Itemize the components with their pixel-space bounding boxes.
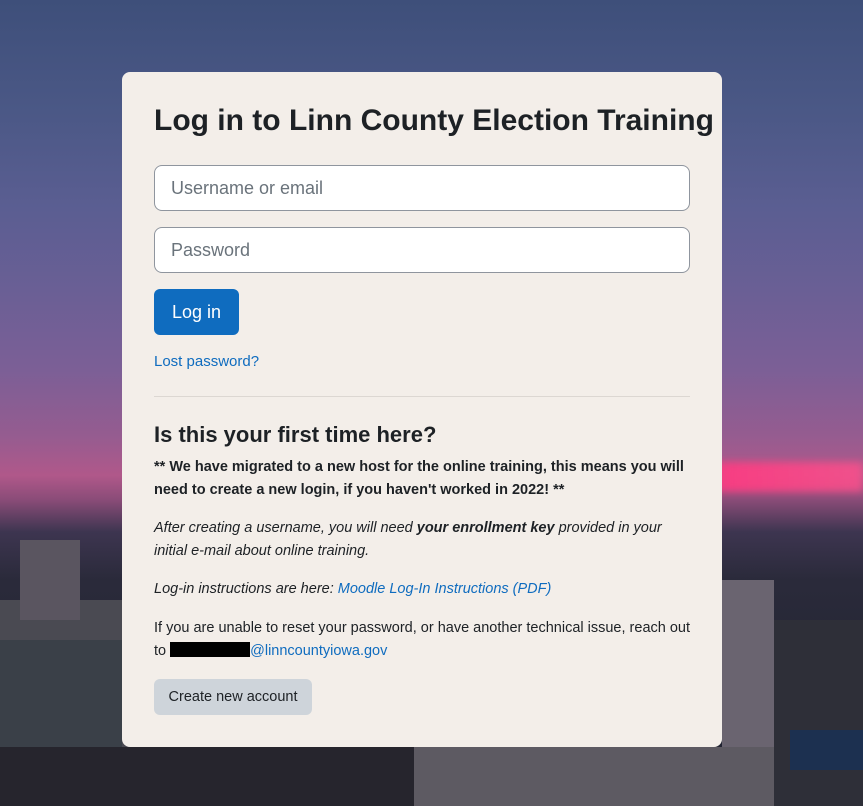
first-time-heading: Is this your first time here? <box>154 422 437 447</box>
password-input[interactable] <box>154 227 690 273</box>
enrollment-note: After creating a username, you will need… <box>154 517 690 562</box>
create-account-button[interactable]: Create new account <box>154 679 312 715</box>
migration-note: ** We have migrated to a new host for th… <box>154 459 684 498</box>
instructions-note: Log-in instructions are here: Moodle Log… <box>154 578 690 601</box>
instructions-prefix: Log-in instructions are here: <box>154 581 338 597</box>
login-card: Log in to Linn County Election Training … <box>122 72 722 747</box>
username-input[interactable] <box>154 165 690 211</box>
enrollment-key-text: your enrollment key <box>416 520 555 536</box>
page-title: Log in to Linn County Election Training <box>154 104 714 137</box>
support-email-link[interactable]: @linncountyiowa.gov <box>250 643 387 659</box>
divider <box>154 396 690 397</box>
enrollment-prefix: After creating a username, you will need <box>154 520 417 536</box>
instructions-pdf-link[interactable]: Moodle Log-In Instructions (PDF) <box>338 581 552 597</box>
redacted-block <box>170 641 251 657</box>
lost-password-link[interactable]: Lost password? <box>154 353 259 370</box>
login-button[interactable]: Log in <box>154 289 239 335</box>
support-note: If you are unable to reset your password… <box>154 617 690 662</box>
